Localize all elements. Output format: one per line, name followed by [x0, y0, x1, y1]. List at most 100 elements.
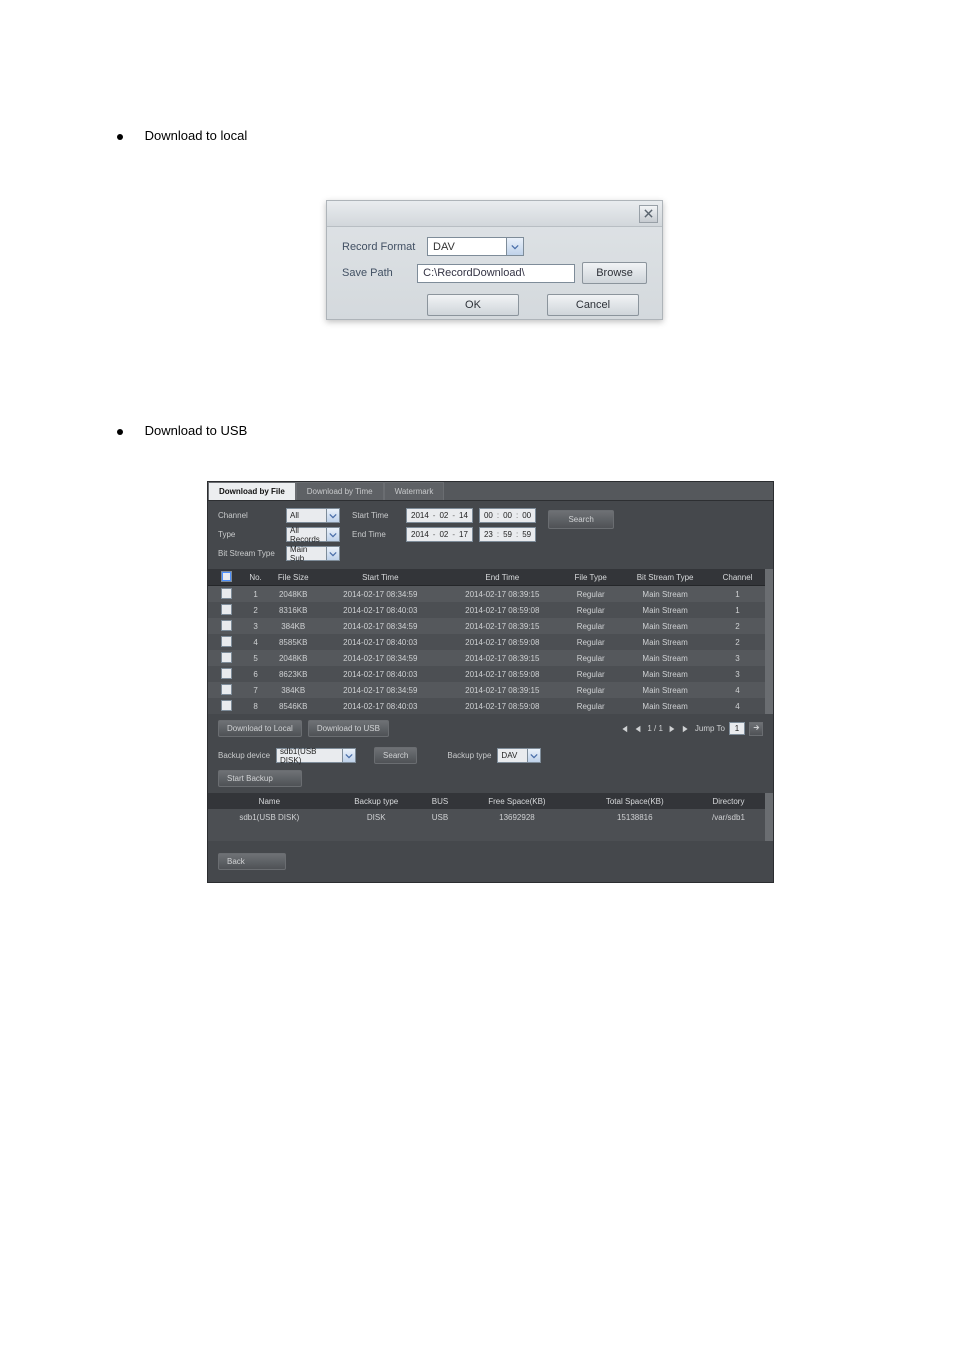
col-filetype[interactable]: File Type [563, 569, 618, 586]
chevron-down-icon [326, 547, 339, 560]
chevron-down-icon [342, 749, 355, 762]
channel-select[interactable]: All [286, 508, 340, 523]
row-channel: 3 [712, 666, 763, 682]
row-channel: 4 [712, 682, 763, 698]
table-row[interactable]: 28316KB2014-02-17 08:40:032014-02-17 08:… [208, 602, 773, 618]
start-date-input[interactable]: 2014-02-14 [406, 508, 473, 523]
go-button[interactable] [749, 722, 763, 736]
row-end: 2014-02-17 08:59:08 [441, 602, 563, 618]
bullet-dot-icon [117, 134, 123, 140]
row-filetype: Regular [563, 634, 618, 650]
table-row[interactable]: 12048KB2014-02-17 08:34:592014-02-17 08:… [208, 586, 773, 603]
table-row[interactable]: 88546KB2014-02-17 08:40:032014-02-17 08:… [208, 698, 773, 714]
type-select[interactable]: All Records [286, 527, 340, 542]
row-end: 2014-02-17 08:39:15 [441, 682, 563, 698]
table-row[interactable]: 52048KB2014-02-17 08:34:592014-02-17 08:… [208, 650, 773, 666]
scrollbar[interactable] [765, 793, 773, 841]
col-channel[interactable]: Channel [712, 569, 763, 586]
device-table-wrap: Name Backup type BUS Free Space(KB) Tota… [208, 793, 773, 841]
col-check[interactable] [208, 569, 244, 586]
tab-watermark[interactable]: Watermark [384, 482, 445, 500]
backup-device-select[interactable]: sdb1(USB DISK) [276, 748, 356, 763]
backup-type-select[interactable]: DAV [497, 748, 541, 763]
bitstream-label: Bit Stream Type [218, 549, 280, 558]
col-size[interactable]: File Size [267, 569, 319, 586]
dcol-bus: BUS [422, 793, 458, 809]
row-size: 384KB [267, 682, 319, 698]
row-check[interactable] [208, 618, 244, 634]
page-first-icon[interactable] [619, 724, 629, 734]
browse-button[interactable]: Browse [582, 262, 647, 284]
page-last-icon[interactable] [681, 724, 691, 734]
table-row[interactable]: 3384KB2014-02-17 08:34:592014-02-17 08:3… [208, 618, 773, 634]
search-button[interactable]: Search [548, 510, 614, 529]
row-check[interactable] [208, 650, 244, 666]
record-format-select[interactable]: DAV [427, 237, 524, 256]
row-start: 2014-02-17 08:40:03 [319, 698, 441, 714]
bitstream-select[interactable]: Main Sub [286, 546, 340, 561]
row-size: 2048KB [267, 586, 319, 603]
download-to-usb-button[interactable]: Download to USB [308, 720, 389, 737]
chevron-down-icon [326, 509, 339, 522]
table-row[interactable]: 7384KB2014-02-17 08:34:592014-02-17 08:3… [208, 682, 773, 698]
jump-to-input[interactable]: 1 [729, 722, 745, 735]
row-end: 2014-02-17 08:39:15 [441, 618, 563, 634]
checkbox-icon [221, 588, 232, 599]
dcol-name: Name [208, 793, 331, 809]
row-check[interactable] [208, 682, 244, 698]
col-bitstream[interactable]: Bit Stream Type [618, 569, 712, 586]
table-row[interactable]: 68623KB2014-02-17 08:40:032014-02-17 08:… [208, 666, 773, 682]
row-check[interactable] [208, 586, 244, 603]
checkbox-icon [221, 636, 232, 647]
cancel-button[interactable]: Cancel [547, 294, 639, 316]
row-size: 8316KB [267, 602, 319, 618]
record-format-label: Record Format [342, 241, 427, 253]
close-icon [644, 206, 653, 221]
row-filetype: Regular [563, 618, 618, 634]
row-end: 2014-02-17 08:59:08 [441, 634, 563, 650]
end-time-input[interactable]: 23:59:59 [479, 527, 536, 542]
back-button[interactable]: Back [218, 853, 286, 870]
chevron-down-icon [527, 749, 540, 762]
col-end[interactable]: End Time [441, 569, 563, 586]
dev-dir: /var/sdb1 [694, 809, 763, 825]
row-start: 2014-02-17 08:40:03 [319, 602, 441, 618]
row-check[interactable] [208, 602, 244, 618]
row-start: 2014-02-17 08:40:03 [319, 666, 441, 682]
start-time-input[interactable]: 00:00:00 [479, 508, 536, 523]
row-bitstream: Main Stream [618, 666, 712, 682]
row-check[interactable] [208, 634, 244, 650]
page-prev-icon[interactable] [633, 724, 643, 734]
row-check[interactable] [208, 666, 244, 682]
row-channel: 2 [712, 618, 763, 634]
tab-download-by-file[interactable]: Download by File [208, 482, 296, 500]
device-row[interactable]: sdb1(USB DISK) DISK USB 13692928 1513881… [208, 809, 773, 825]
row-end: 2014-02-17 08:59:08 [441, 698, 563, 714]
col-no[interactable]: No. [244, 569, 267, 586]
row-filetype: Regular [563, 682, 618, 698]
close-button[interactable] [639, 205, 658, 223]
end-date-input[interactable]: 2014-02-17 [406, 527, 473, 542]
row-check[interactable] [208, 698, 244, 714]
scrollbar[interactable] [765, 569, 773, 714]
row-start: 2014-02-17 08:34:59 [319, 682, 441, 698]
ok-button[interactable]: OK [427, 294, 519, 316]
row-size: 2048KB [267, 650, 319, 666]
row-no: 3 [244, 618, 267, 634]
row-channel: 1 [712, 602, 763, 618]
arrow-right-icon [753, 724, 760, 733]
page-next-icon[interactable] [667, 724, 677, 734]
backup-search-button[interactable]: Search [374, 747, 417, 764]
row-no: 2 [244, 602, 267, 618]
download-to-local-button[interactable]: Download to Local [218, 720, 302, 737]
start-backup-button[interactable]: Start Backup [218, 770, 302, 787]
table-row[interactable]: 48585KB2014-02-17 08:40:032014-02-17 08:… [208, 634, 773, 650]
col-start[interactable]: Start Time [319, 569, 441, 586]
download-panel: Download by File Download by Time Waterm… [207, 481, 774, 883]
tab-download-by-time[interactable]: Download by Time [296, 482, 384, 500]
save-path-input[interactable]: C:\RecordDownload\ [417, 264, 575, 283]
pager: 1 / 1 Jump To 1 [619, 722, 763, 736]
end-time-label: End Time [352, 530, 400, 539]
row-channel: 4 [712, 698, 763, 714]
checkbox-icon [221, 620, 232, 631]
